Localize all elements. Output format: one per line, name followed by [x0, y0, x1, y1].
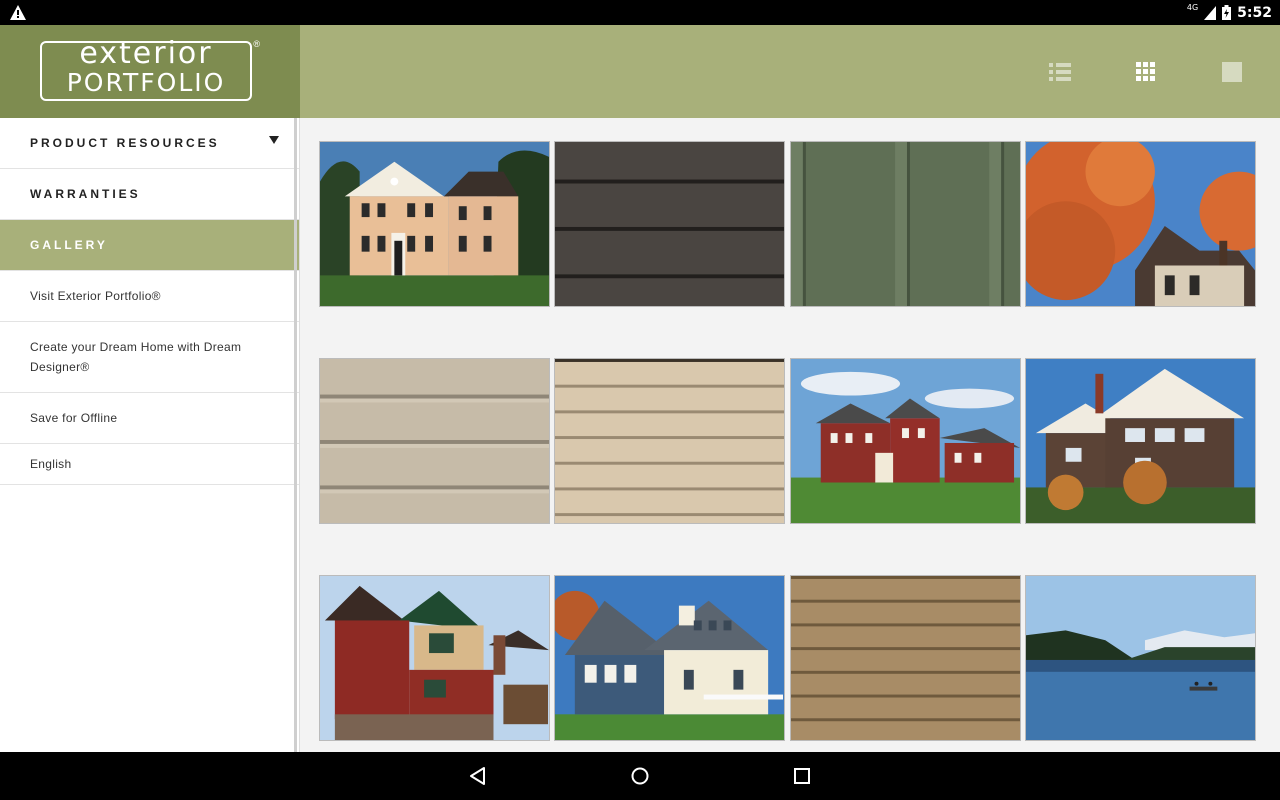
- back-icon[interactable]: [466, 764, 490, 788]
- network-type: 4G: [1186, 3, 1199, 12]
- nav-warranties[interactable]: WARRANTIES: [0, 169, 299, 220]
- gallery-tile-dark-gray-siding[interactable]: [554, 141, 785, 307]
- gallery-tile-light-tan-siding[interactable]: [554, 358, 785, 524]
- exterior-portfolio-logo[interactable]: exterior PORTFOLIO ®: [40, 36, 260, 101]
- recents-icon[interactable]: [790, 764, 814, 788]
- nav-item-label: PRODUCT RESOURCES: [30, 136, 220, 150]
- logo-line2: PORTFOLIO: [66, 68, 226, 97]
- nav-item-label: Save for Offline: [30, 411, 118, 425]
- nav-save-for-offline[interactable]: Save for Offline: [0, 393, 299, 444]
- nav-item-label: Create your Dream Home with Dream Design…: [30, 340, 242, 374]
- gallery-grid: [300, 118, 1280, 752]
- list-view-icon[interactable]: [1049, 61, 1071, 83]
- logo-registered-mark: ®: [253, 39, 260, 49]
- nav-dream-designer[interactable]: Create your Dream Home with Dream Design…: [0, 322, 299, 393]
- logo-area: exterior PORTFOLIO ®: [0, 25, 300, 118]
- grid-view-icon[interactable]: [1135, 61, 1157, 83]
- gallery-tile-red-brick-house[interactable]: [790, 358, 1021, 524]
- gallery-tile-blue-cape-cod[interactable]: [554, 575, 785, 741]
- gallery-tile-green-board-batten[interactable]: [790, 141, 1021, 307]
- signal-icon: [1204, 5, 1217, 20]
- nav-language-english[interactable]: English: [0, 444, 299, 485]
- battery-icon: [1222, 5, 1232, 20]
- gallery-tile-craftsman-house[interactable]: [1025, 358, 1256, 524]
- navigation-drawer: exterior PORTFOLIO ® PRODUCT RESOURCES W…: [0, 25, 300, 752]
- nav-item-label: English: [30, 457, 72, 471]
- system-navigation-bar: [0, 752, 1280, 800]
- nav-item-label: GALLERY: [30, 238, 108, 252]
- nav-product-resources[interactable]: PRODUCT RESOURCES: [0, 118, 299, 169]
- warning-icon: [10, 5, 26, 20]
- dropdown-arrow-icon: [269, 136, 279, 144]
- gallery-tile-red-cabin[interactable]: [319, 575, 550, 741]
- single-view-icon[interactable]: [1221, 61, 1243, 83]
- home-icon[interactable]: [628, 764, 652, 788]
- status-bar: 4G 5:52: [0, 0, 1280, 25]
- drawer-scrollbar[interactable]: [294, 118, 297, 752]
- nav-item-label: Visit Exterior Portfolio®: [30, 289, 161, 303]
- nav-visit-exterior-portfolio[interactable]: Visit Exterior Portfolio®: [0, 271, 299, 322]
- clock: 5:52: [1237, 4, 1272, 21]
- gallery-tile-lake-scene[interactable]: [1025, 575, 1256, 741]
- nav-gallery[interactable]: GALLERY: [0, 220, 299, 271]
- logo-line1: exterior: [79, 36, 213, 71]
- nav-item-label: WARRANTIES: [30, 187, 141, 201]
- gallery-tile-colonial-house[interactable]: [319, 141, 550, 307]
- gallery-tile-khaki-siding[interactable]: [790, 575, 1021, 741]
- gallery-tile-beige-siding[interactable]: [319, 358, 550, 524]
- gallery-tile-autumn-house[interactable]: [1025, 141, 1256, 307]
- app-header: [300, 25, 1280, 118]
